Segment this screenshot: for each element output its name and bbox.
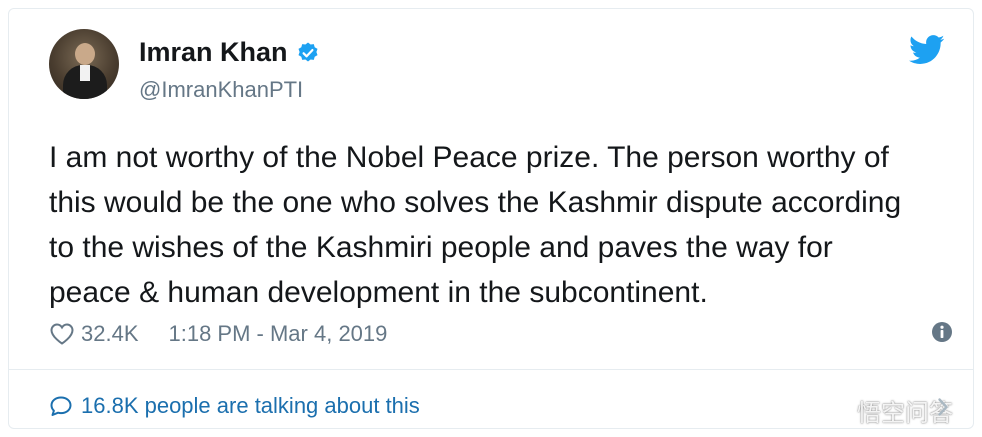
tweet-card: Imran Khan @ImranKhanPTI I am not worthy… xyxy=(8,8,974,429)
verified-badge-icon xyxy=(298,42,318,61)
user-name-row: Imran Khan xyxy=(139,37,320,68)
speech-bubble-icon xyxy=(50,396,72,416)
user-name[interactable]: Imran Khan xyxy=(139,37,288,68)
twitter-bird-icon[interactable] xyxy=(909,35,945,65)
conversation-link[interactable]: 16.8K people are talking about this xyxy=(49,393,420,419)
tweet-text: I am not worthy of the Nobel Peace prize… xyxy=(49,141,902,309)
avatar-figure-head xyxy=(75,43,95,65)
avatar[interactable] xyxy=(49,29,119,99)
tweet-timestamp[interactable]: 1:18 PM - Mar 4, 2019 xyxy=(169,321,388,347)
like-count[interactable]: 32.4K xyxy=(81,321,139,347)
conversation-count-label: 16.8K people are talking about this xyxy=(81,393,420,418)
watermark-logo-icon xyxy=(818,402,850,421)
watermark: 悟空问答 xyxy=(817,393,953,428)
tweet-meta: 32.4K 1:18 PM - Mar 4, 2019 xyxy=(49,321,387,347)
heart-icon[interactable] xyxy=(49,322,75,346)
user-handle[interactable]: @ImranKhanPTI xyxy=(139,77,303,103)
info-icon[interactable] xyxy=(931,321,953,343)
chevron-right-icon[interactable] xyxy=(937,397,949,417)
footer-divider xyxy=(9,369,973,370)
avatar-figure-collar xyxy=(80,65,90,81)
